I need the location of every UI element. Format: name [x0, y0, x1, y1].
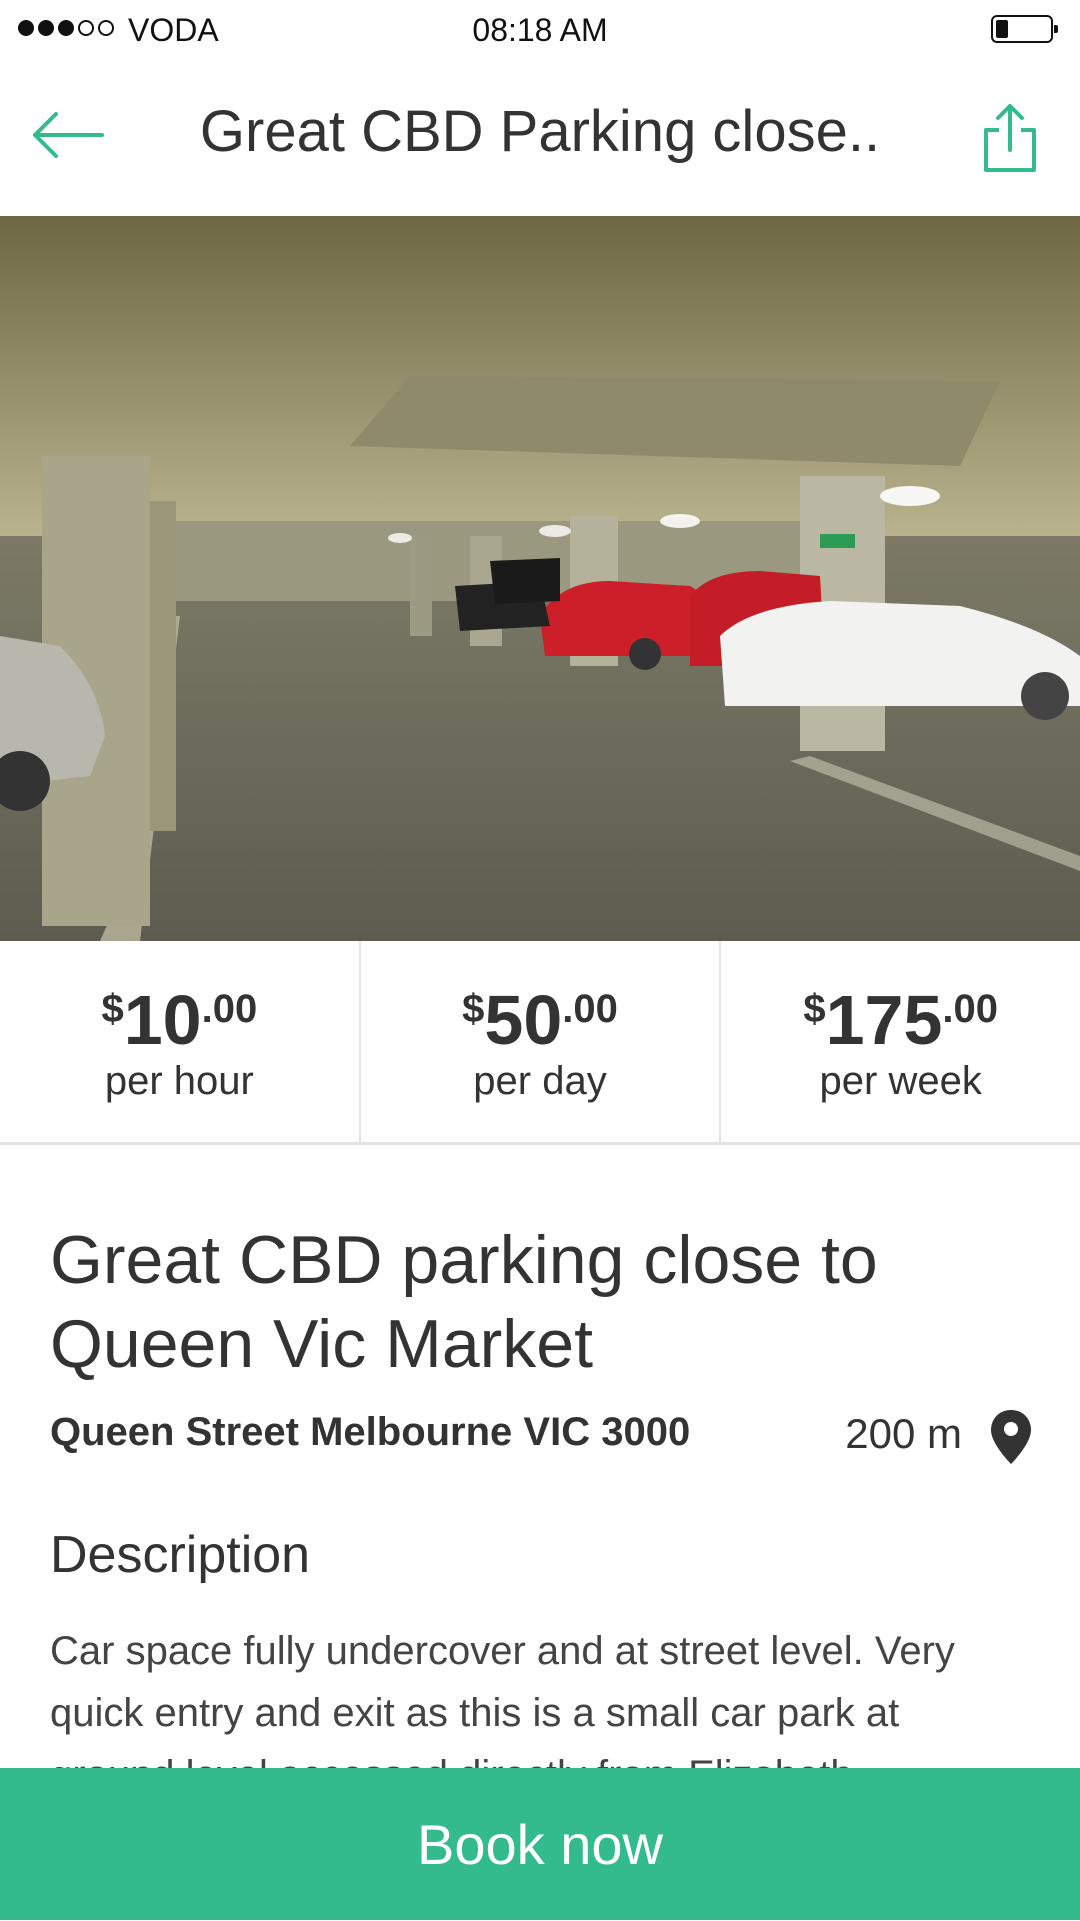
arrow-left-icon: [33, 112, 104, 158]
battery-icon: [991, 15, 1058, 43]
price-period: per hour: [104, 1059, 254, 1103]
price-whole: 175: [825, 981, 943, 1059]
price-amount: $10.00: [0, 985, 359, 1055]
listing-address: Queen Street Melbourne VIC 3000: [50, 1410, 691, 1454]
listing-photo[interactable]: [0, 216, 1080, 941]
share-icon: [984, 104, 1036, 172]
listing-title: Great CBD parking close to Queen Vic Mar…: [50, 1222, 878, 1382]
back-button[interactable]: [30, 110, 105, 160]
price-cents: .00: [942, 987, 998, 1031]
price-cents: .00: [562, 987, 618, 1031]
price-weekly: $175.00 per week: [721, 941, 1080, 1142]
price-currency: $: [803, 987, 826, 1031]
map-pin-icon: [991, 1410, 1031, 1464]
listing-distance: 200 m: [845, 1410, 962, 1457]
price-amount: $50.00: [361, 985, 720, 1055]
price-cents: .00: [201, 987, 258, 1031]
parking-garage-image: [0, 216, 1080, 941]
price-period: per day: [473, 1059, 607, 1103]
price-hourly: $10.00 per hour: [0, 941, 361, 1142]
price-currency: $: [462, 987, 485, 1031]
status-bar: VODA 08:18 AM: [0, 0, 1080, 62]
price-whole: 10: [123, 981, 202, 1059]
share-button[interactable]: [980, 102, 1040, 174]
price-currency: $: [101, 987, 124, 1031]
price-period: per week: [819, 1059, 982, 1103]
price-amount: $175.00: [721, 985, 1080, 1055]
price-daily: $50.00 per day: [361, 941, 722, 1142]
nav-bar: Great CBD Parking close..: [0, 62, 1080, 216]
price-strip: $10.00 per hour $50.00 per day $175.00 p…: [0, 941, 1080, 1145]
description-heading: Description: [50, 1526, 311, 1584]
location-pin-button[interactable]: [988, 1408, 1034, 1466]
page-title: Great CBD Parking close..: [199, 99, 881, 164]
price-whole: 50: [484, 981, 563, 1059]
book-now-button[interactable]: Book now: [0, 1768, 1080, 1920]
status-time: 08:18 AM: [472, 12, 608, 48]
